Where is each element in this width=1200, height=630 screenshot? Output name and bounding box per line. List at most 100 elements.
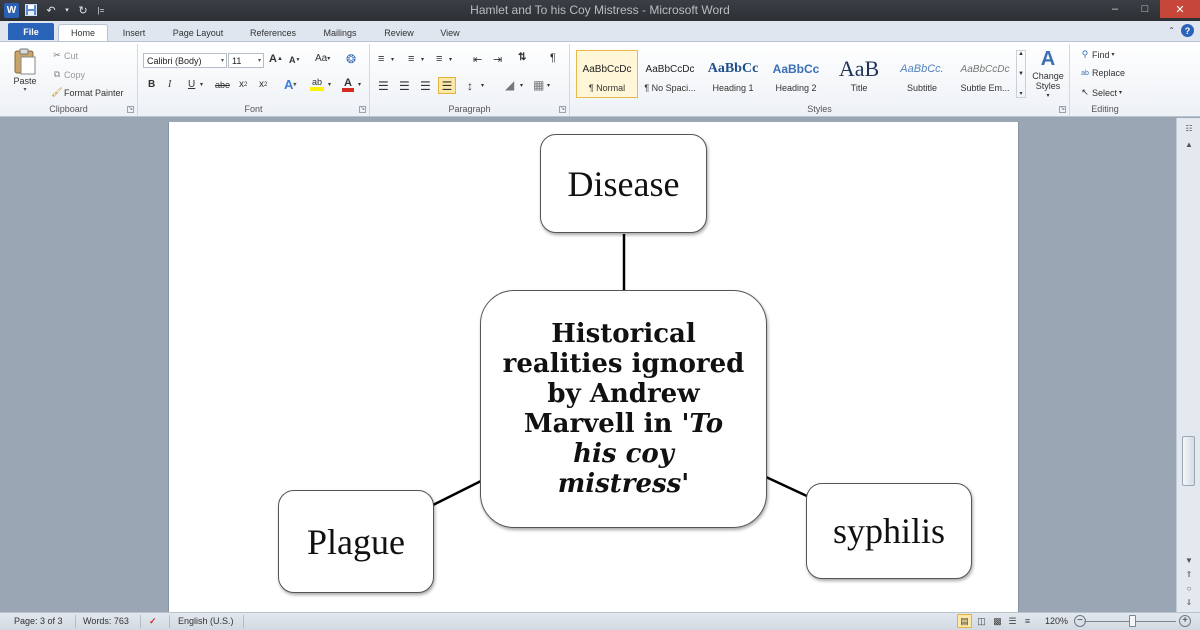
- subscript-button[interactable]: x2: [239, 79, 247, 90]
- font-color-dropdown-icon[interactable]: ▾: [358, 81, 361, 88]
- shading-icon[interactable]: ◢: [505, 78, 514, 92]
- previous-page-icon[interactable]: ⇑: [1182, 568, 1196, 580]
- show-formatting-icon[interactable]: ¶: [550, 52, 556, 64]
- zoom-in-icon[interactable]: +: [1179, 615, 1191, 627]
- tab-file[interactable]: File: [8, 23, 54, 40]
- tab-view[interactable]: View: [430, 24, 470, 41]
- close-icon[interactable]: ✕: [1160, 0, 1200, 18]
- line-spacing-dropdown-icon[interactable]: ▾: [481, 82, 484, 89]
- outline-view-icon[interactable]: ☰: [1005, 614, 1020, 628]
- underline-button[interactable]: U: [188, 79, 195, 90]
- tab-home[interactable]: Home: [58, 24, 108, 41]
- paragraph-launcher-icon[interactable]: ↘: [559, 106, 566, 113]
- style-normal[interactable]: AaBbCcDc ¶ Normal: [576, 50, 638, 98]
- font-size-select[interactable]: 11 ▾: [228, 53, 264, 68]
- tab-mailings[interactable]: Mailings: [312, 24, 368, 41]
- styles-gallery-scroll[interactable]: ▲ ▼ ▾: [1016, 50, 1026, 98]
- vertical-scrollbar[interactable]: ☷ ▲ ▼ ⇑ ○ ⇓: [1176, 118, 1200, 612]
- tab-references[interactable]: References: [240, 24, 306, 41]
- scroll-down-icon[interactable]: ▼: [1182, 554, 1196, 566]
- paste-dropdown-icon[interactable]: ▾: [23, 86, 26, 93]
- copy-button[interactable]: ⧉ Copy: [50, 69, 85, 80]
- ruler-toggle-icon[interactable]: ☷: [1182, 122, 1196, 134]
- web-layout-view-icon[interactable]: ▩: [990, 614, 1005, 628]
- style-subtle-emphasis[interactable]: AaBbCcDc Subtle Em...: [954, 50, 1016, 98]
- zoom-slider-thumb[interactable]: [1129, 615, 1137, 627]
- grow-font-button[interactable]: A ▲: [269, 53, 283, 65]
- document-page[interactable]: Disease Historical realities ignored by …: [168, 122, 1019, 612]
- borders-dropdown-icon[interactable]: ▾: [547, 82, 550, 89]
- styles-launcher-icon[interactable]: ↘: [1059, 106, 1066, 113]
- numbering-icon[interactable]: ≡: [408, 53, 414, 65]
- change-case-button[interactable]: Aa ▾: [315, 53, 330, 64]
- font-launcher-icon[interactable]: ↘: [359, 106, 366, 113]
- sort-icon[interactable]: ⇅: [518, 52, 526, 63]
- increase-indent-icon[interactable]: ⇥: [493, 53, 502, 66]
- align-left-icon[interactable]: ☰: [378, 79, 389, 93]
- highlight-dropdown-icon[interactable]: ▾: [328, 81, 331, 88]
- zoom-level[interactable]: 120%: [1045, 616, 1068, 626]
- superscript-button[interactable]: x2: [259, 79, 267, 90]
- diagram-node-syphilis[interactable]: syphilis: [806, 483, 972, 579]
- line-spacing-icon[interactable]: ↕: [467, 79, 473, 93]
- styles-more-icon[interactable]: ▾: [1019, 90, 1022, 97]
- proofing-icon[interactable]: ✓: [149, 616, 157, 627]
- bullets-dropdown-icon[interactable]: ▾: [391, 56, 394, 63]
- clear-formatting-icon[interactable]: ❂: [346, 52, 356, 66]
- replace-button[interactable]: ab Replace: [1078, 68, 1125, 78]
- cut-button[interactable]: ✂ Cut: [50, 50, 78, 61]
- help-icon[interactable]: ?: [1181, 24, 1194, 37]
- style-heading-2[interactable]: AaBbCc Heading 2: [765, 50, 827, 98]
- font-name-select[interactable]: Calibri (Body) ▾: [143, 53, 227, 68]
- bullets-icon[interactable]: ≡: [378, 53, 384, 65]
- page-count[interactable]: Page: 3 of 3: [14, 616, 63, 626]
- shading-dropdown-icon[interactable]: ▾: [520, 82, 523, 89]
- align-right-icon[interactable]: ☰: [420, 79, 431, 93]
- minimize-icon[interactable]: –: [1100, 0, 1130, 18]
- minimize-ribbon-icon[interactable]: ⌃: [1168, 26, 1175, 35]
- multilevel-list-icon[interactable]: ≡: [436, 53, 442, 65]
- draft-view-icon[interactable]: ≡: [1020, 614, 1035, 628]
- print-layout-view-icon[interactable]: ▤: [957, 614, 972, 628]
- tab-page-layout[interactable]: Page Layout: [163, 24, 233, 41]
- change-styles-button[interactable]: A Change Styles ▾: [1028, 47, 1068, 101]
- multilevel-dropdown-icon[interactable]: ▾: [449, 56, 452, 63]
- align-center-icon[interactable]: ☰: [399, 79, 410, 93]
- diagram-node-disease[interactable]: Disease: [540, 134, 707, 233]
- font-color-button[interactable]: A: [342, 78, 354, 92]
- next-page-icon[interactable]: ⇓: [1182, 596, 1196, 608]
- italic-button[interactable]: I: [168, 79, 171, 90]
- bold-button[interactable]: B: [148, 79, 155, 90]
- word-count[interactable]: Words: 763: [83, 616, 129, 626]
- scroll-up-icon[interactable]: ▲: [1182, 138, 1196, 150]
- style-title[interactable]: AaB Title: [828, 50, 890, 98]
- style-no-spacing[interactable]: AaBbCcDc ¶ No Spaci...: [639, 50, 701, 98]
- text-effects-button[interactable]: A ▾: [284, 77, 296, 92]
- justify-icon[interactable]: ☰: [438, 77, 456, 94]
- full-screen-reading-view-icon[interactable]: ◫: [974, 614, 989, 628]
- underline-dropdown-icon[interactable]: ▾: [200, 81, 203, 88]
- numbering-dropdown-icon[interactable]: ▾: [421, 56, 424, 63]
- tab-review[interactable]: Review: [375, 24, 423, 41]
- diagram-node-center[interactable]: Historical realities ignored by Andrew M…: [480, 290, 767, 528]
- clipboard-launcher-icon[interactable]: ↘: [127, 106, 134, 113]
- select-button[interactable]: ↖ Select ▾: [1078, 87, 1122, 98]
- select-browse-object-icon[interactable]: ○: [1182, 582, 1196, 594]
- styles-scroll-down-icon[interactable]: ▼: [1018, 71, 1024, 77]
- diagram-node-plague[interactable]: Plague: [278, 490, 434, 593]
- format-painter-button[interactable]: 🖌 Format Painter: [50, 87, 123, 98]
- find-button[interactable]: ⚲ Find ▾: [1078, 49, 1115, 60]
- language-indicator[interactable]: English (U.S.): [178, 616, 234, 626]
- borders-icon[interactable]: ▦: [533, 78, 544, 92]
- styles-scroll-up-icon[interactable]: ▲: [1018, 51, 1024, 57]
- strikethrough-button[interactable]: abe: [215, 80, 230, 90]
- maximize-icon[interactable]: □: [1130, 0, 1160, 18]
- tab-insert[interactable]: Insert: [113, 24, 155, 41]
- style-heading-1[interactable]: AaBbCc Heading 1: [702, 50, 764, 98]
- highlight-button[interactable]: ab: [310, 78, 324, 91]
- shrink-font-button[interactable]: A ▼: [289, 55, 300, 65]
- paste-button[interactable]: Paste ▾: [10, 48, 40, 93]
- style-subtitle[interactable]: AaBbCc. Subtitle: [891, 50, 953, 98]
- scrollbar-thumb[interactable]: [1182, 436, 1195, 486]
- decrease-indent-icon[interactable]: ⇤: [473, 53, 482, 66]
